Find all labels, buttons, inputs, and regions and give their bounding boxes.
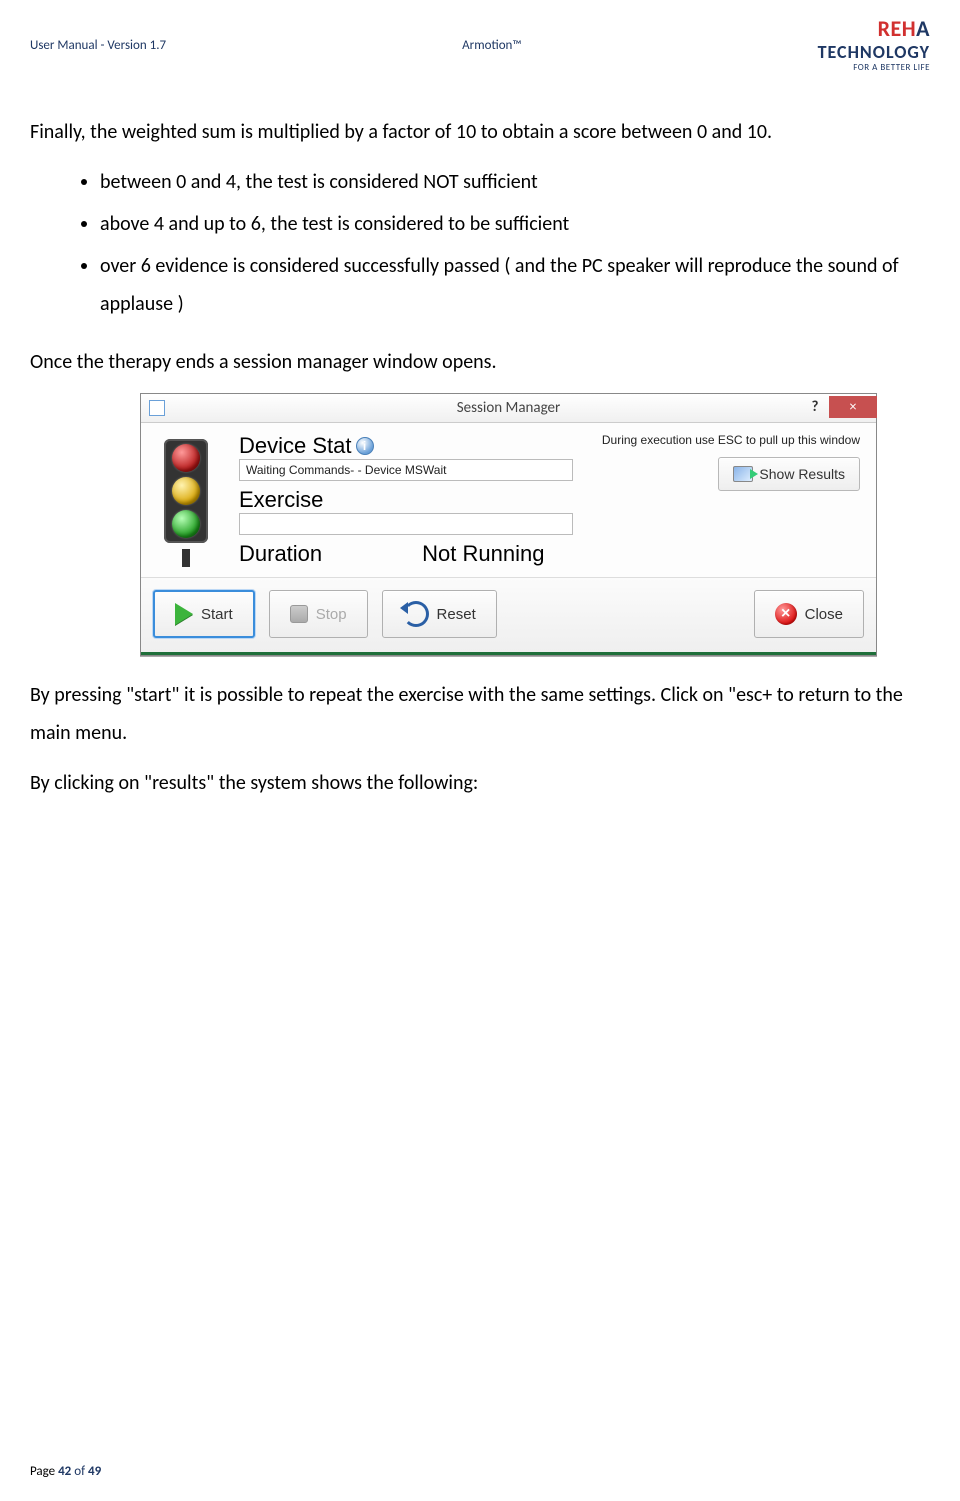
device-status-label-text: Device Stat [239,433,352,459]
logo-tagline: FOR A BETTER LIFE [818,62,930,73]
paragraph-start: By pressing "start" it is possible to re… [30,676,930,752]
paragraph-intro: Finally, the weighted sum is multiplied … [30,113,930,151]
traffic-light-yellow [172,477,200,505]
page-total: 49 [88,1464,101,1479]
page-header: User Manual - Version 1.7 Armotion™ REHA… [30,18,930,73]
logo-text-reha: REH [878,15,917,42]
start-label: Start [201,606,233,623]
paragraph-results: By clicking on "results" the system show… [30,764,930,802]
slide-icon [733,466,753,482]
bullet-item: between 0 and 4, the test is considered … [100,163,930,201]
traffic-light-pole [182,549,190,567]
page-label: Page [30,1464,58,1479]
stop-button[interactable]: Stop [269,590,368,638]
logo-text-technology: TECHNOLOGY [818,41,930,63]
session-manager-window: Session Manager ? × Device Sta [140,393,877,656]
exercise-label: Exercise [239,487,590,513]
logo-text-a: A [916,15,930,42]
stop-label: Stop [316,606,347,623]
reset-button[interactable]: Reset [382,590,497,638]
start-button[interactable]: Start [153,590,255,638]
session-manager-footer: Start Stop Reset × Close [141,577,876,655]
device-status-field: Waiting Commands- - Device MSWait [239,459,573,481]
page-footer: Page 42 of 49 [30,1464,101,1479]
device-status-label: Device Stat i [239,433,590,459]
page-of: of [71,1464,88,1479]
info-icon[interactable]: i [356,437,374,455]
esc-hint: During execution use ESC to pull up this… [602,433,860,447]
reset-icon [403,601,429,627]
score-bullets: between 0 and 4, the test is considered … [30,163,930,323]
exercise-field [239,513,573,535]
close-x-icon: × [775,603,797,625]
bullet-item: above 4 and up to 6, the test is conside… [100,205,930,243]
duration-value: Not Running [422,541,544,567]
window-title: Session Manager [141,399,876,417]
paragraph-session: Once the therapy ends a session manager … [30,343,930,381]
traffic-light-green [172,510,200,538]
show-results-label: Show Results [759,466,845,482]
duration-label: Duration [239,541,322,567]
close-label: Close [805,606,843,623]
page-number: 42 [58,1464,71,1479]
window-titlebar: Session Manager ? × [141,394,876,423]
stop-icon [290,605,308,623]
show-results-button[interactable]: Show Results [718,457,860,491]
bullet-item: over 6 evidence is considered successful… [100,247,930,323]
close-button[interactable]: × Close [754,590,864,638]
traffic-light-icon [151,433,221,567]
play-icon [175,603,193,625]
header-center: Armotion™ [166,38,818,53]
header-left: User Manual - Version 1.7 [30,38,166,53]
reset-label: Reset [437,606,476,623]
traffic-light-red [172,444,200,472]
brand-logo: REHA TECHNOLOGY FOR A BETTER LIFE [818,18,930,73]
